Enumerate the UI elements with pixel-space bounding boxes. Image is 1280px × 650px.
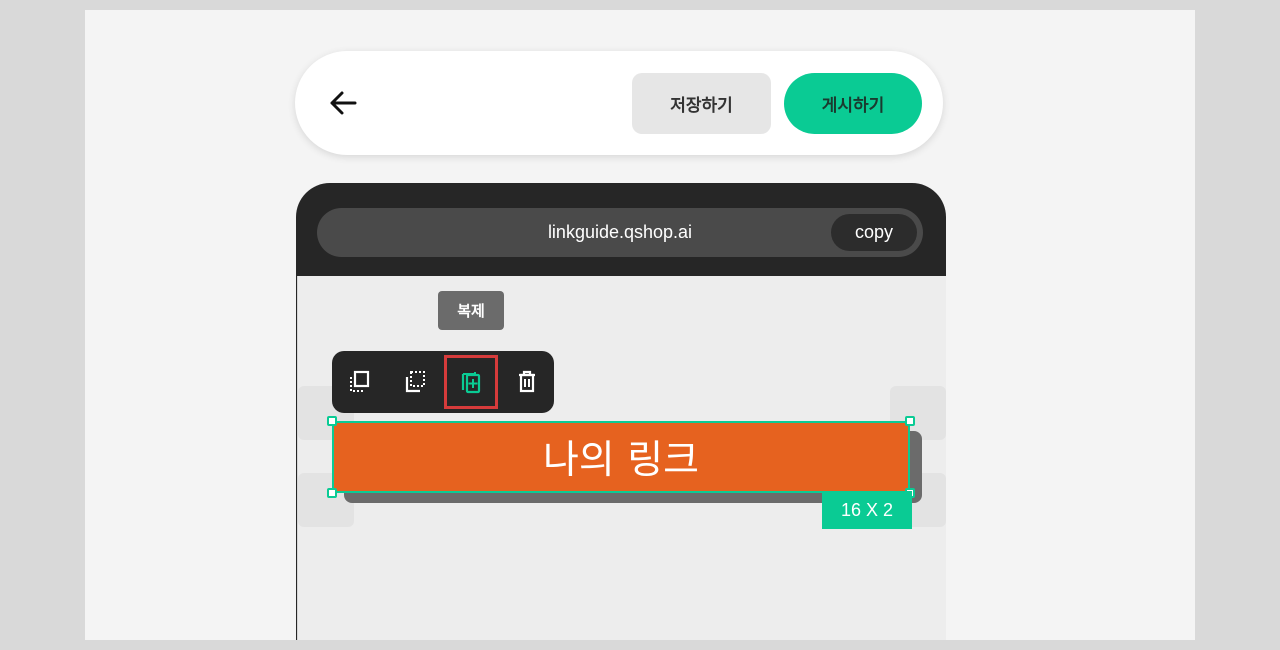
- bring-forward-button[interactable]: [332, 355, 386, 409]
- resize-handle-bottom-left[interactable]: [327, 488, 337, 498]
- delete-button[interactable]: [500, 355, 554, 409]
- link-block-label: 나의 링크: [543, 438, 699, 483]
- size-badge: 16 X 2: [822, 491, 912, 529]
- back-button[interactable]: [325, 85, 361, 121]
- duplicate-icon: [461, 372, 481, 394]
- link-block[interactable]: 나의 링크: [332, 421, 910, 493]
- save-button[interactable]: 저장하기: [632, 73, 771, 134]
- resize-handle-top-right[interactable]: [905, 416, 915, 426]
- duplicate-button[interactable]: [444, 355, 498, 409]
- send-backward-icon: [405, 371, 425, 393]
- resize-handle-top-left[interactable]: [327, 416, 337, 426]
- editor-page: 저장하기 게시하기 linkguide.qshop.ai copy 복제 나의 …: [85, 10, 1195, 640]
- publish-button[interactable]: 게시하기: [784, 73, 922, 134]
- copy-button[interactable]: copy: [831, 214, 917, 251]
- top-bar: 저장하기 게시하기: [295, 51, 943, 155]
- phone-preview: linkguide.qshop.ai copy 복제 나의 링크 16 X 2: [296, 183, 946, 640]
- trash-icon: [519, 370, 535, 393]
- arrow-left-icon: [330, 91, 357, 115]
- bring-forward-icon: [350, 370, 370, 392]
- url-bar: linkguide.qshop.ai copy: [317, 208, 923, 257]
- duplicate-tooltip: 복제: [438, 291, 504, 330]
- page-canvas[interactable]: 복제 나의 링크 16 X 2: [297, 276, 946, 640]
- block-toolbar: [332, 351, 554, 413]
- send-backward-button[interactable]: [388, 355, 442, 409]
